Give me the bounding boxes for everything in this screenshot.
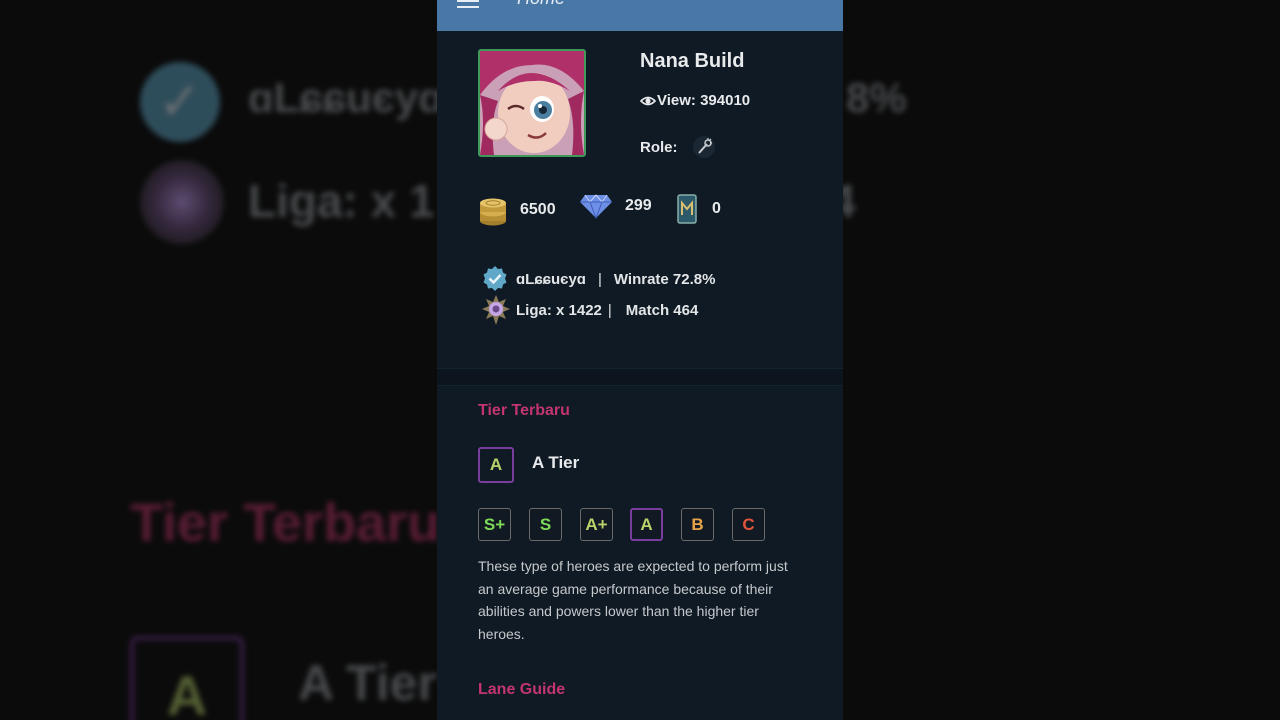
app-bar-title: Home bbox=[517, 0, 565, 9]
backdrop-tier-box: A bbox=[130, 636, 244, 720]
view-count: View: 394010 bbox=[640, 92, 750, 109]
app-screen: Home Nana Build View: 394010 Role: bbox=[437, 0, 843, 720]
tier-chip-a[interactable]: A bbox=[630, 508, 663, 541]
ticket-card-icon bbox=[677, 194, 697, 224]
gold-amount: 6500 bbox=[520, 201, 556, 218]
tier-description: These type of heroes are expected to per… bbox=[478, 558, 788, 642]
diamond-amount: 299 bbox=[625, 197, 652, 214]
backdrop-medal-icon bbox=[140, 160, 224, 244]
player-winrate: Winrate 72.8% bbox=[613, 270, 716, 288]
backdrop-tier-title: Tier Terbaru bbox=[130, 493, 441, 553]
hero-role: Role: bbox=[640, 135, 716, 159]
tier-section-title: Tier Terbaru bbox=[478, 402, 570, 419]
hamburger-menu-icon[interactable] bbox=[457, 0, 479, 10]
view-count-label: View: 394010 bbox=[657, 92, 751, 109]
league-medal-icon bbox=[482, 295, 510, 325]
player-league-line: Liga: x 1422 | Match 464 bbox=[481, 294, 698, 326]
lane-guide-title: Lane Guide bbox=[478, 681, 566, 698]
backdrop-player-name: ɑLɕɕuєyɑ bbox=[248, 74, 444, 121]
backdrop-league-fragment: Liga: x 1 bbox=[248, 175, 435, 227]
section-divider bbox=[437, 368, 843, 386]
role-label: Role: bbox=[640, 138, 678, 156]
player-match: Match 464 bbox=[625, 301, 699, 319]
tier-chip-s[interactable]: S bbox=[529, 508, 562, 541]
player-league: Liga: x 1422 bbox=[516, 301, 602, 319]
backdrop-tier-label: A Tier bbox=[298, 655, 437, 711]
app-bar: Home bbox=[437, 0, 843, 31]
hero-portrait bbox=[478, 49, 586, 157]
player-winrate-line: ɑLɕɕuєyɑ | Winrate 72.8% bbox=[481, 265, 715, 293]
player-name: ɑLɕɕuєyɑ bbox=[516, 270, 586, 288]
current-tier-badge: A bbox=[478, 447, 514, 483]
current-tier-label: A Tier bbox=[532, 453, 580, 472]
verified-badge-icon bbox=[483, 266, 507, 291]
support-wand-icon bbox=[692, 136, 715, 158]
gold-balance: 6500 bbox=[478, 193, 556, 227]
hero-name: Nana Build bbox=[640, 50, 745, 72]
tier-chip-a-plus[interactable]: A+ bbox=[580, 508, 613, 541]
ticket-balance: 0 bbox=[674, 193, 721, 225]
tier-chip-b[interactable]: B bbox=[681, 508, 714, 541]
diamond-icon bbox=[580, 194, 612, 219]
stat-separator: | bbox=[597, 270, 602, 288]
tier-chip-s-plus[interactable]: S+ bbox=[478, 508, 511, 541]
eye-icon bbox=[640, 96, 656, 105]
diamond-balance: 299 bbox=[579, 193, 652, 219]
stat-separator: | bbox=[607, 301, 612, 319]
backdrop-winrate-fragment: 8% bbox=[846, 74, 907, 121]
backdrop-verified-icon: ✓ bbox=[140, 62, 220, 142]
gold-coins-icon bbox=[480, 198, 506, 226]
ticket-amount: 0 bbox=[712, 200, 721, 217]
tier-chip-c[interactable]: C bbox=[732, 508, 765, 541]
